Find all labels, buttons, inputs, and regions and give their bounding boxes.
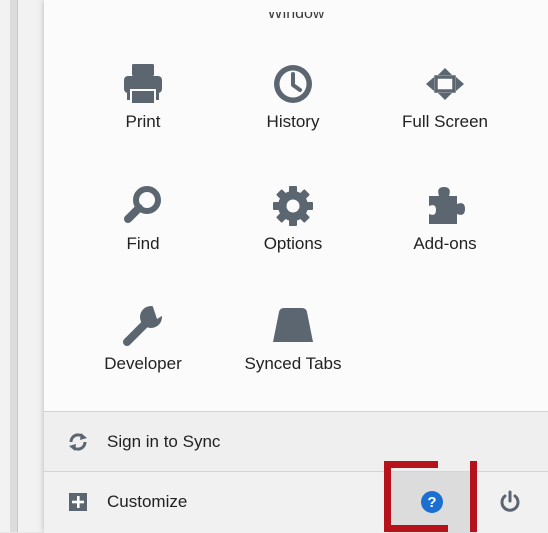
menu-item-full-screen[interactable]: Full Screen xyxy=(370,60,520,148)
menu-item-synced-tabs[interactable]: Synced Tabs xyxy=(218,302,368,390)
sync-label: Sign in to Sync xyxy=(107,432,221,451)
sync-icon xyxy=(69,433,87,451)
menu-item-label: Print xyxy=(125,112,161,131)
magnifier-icon xyxy=(124,186,161,223)
menu-item-label: Options xyxy=(263,234,323,253)
menu-item-options[interactable]: Options xyxy=(218,182,368,270)
help-icon: ? xyxy=(421,491,443,513)
background-window-edge xyxy=(0,0,45,532)
plus-box-icon xyxy=(69,493,87,511)
synced-tabs-icon xyxy=(273,308,313,342)
hamburger-menu-panel: Window Print History Full Screen Find Op… xyxy=(44,0,548,533)
menu-item-print[interactable]: Print xyxy=(68,60,218,148)
menu-item-find[interactable]: Find xyxy=(68,182,218,270)
wrench-icon xyxy=(123,304,165,346)
menu-item-label: History xyxy=(266,112,320,131)
menu-item-developer[interactable]: Developer xyxy=(68,302,218,390)
quit-button[interactable] xyxy=(474,472,548,533)
customize-button[interactable]: Customize xyxy=(44,472,389,533)
full-screen-icon xyxy=(426,68,464,100)
gear-icon xyxy=(273,186,313,226)
power-icon xyxy=(500,490,520,512)
customize-label: Customize xyxy=(107,492,188,511)
help-button[interactable]: ? xyxy=(389,472,476,533)
svg-text:?: ? xyxy=(427,494,436,511)
section-label: Window xyxy=(267,12,325,22)
puzzle-piece-icon xyxy=(429,187,465,224)
annotation-bracket-top xyxy=(384,461,438,468)
annotation-bracket-right xyxy=(470,461,477,532)
menu-item-label: Synced Tabs xyxy=(244,354,342,373)
menu-item-label: Add-ons xyxy=(413,234,477,253)
menu-item-label: Find xyxy=(126,234,160,253)
menu-item-label: Developer xyxy=(104,354,182,373)
annotation-bracket-bottom xyxy=(384,525,448,532)
scrollbar-track xyxy=(10,0,18,532)
menu-item-label: Full Screen xyxy=(402,112,488,131)
printer-icon xyxy=(124,64,162,105)
annotation-bracket-left xyxy=(384,461,391,532)
menu-item-add-ons[interactable]: Add-ons xyxy=(370,182,520,270)
menu-item-history[interactable]: History xyxy=(218,60,368,148)
clock-icon xyxy=(274,65,312,103)
